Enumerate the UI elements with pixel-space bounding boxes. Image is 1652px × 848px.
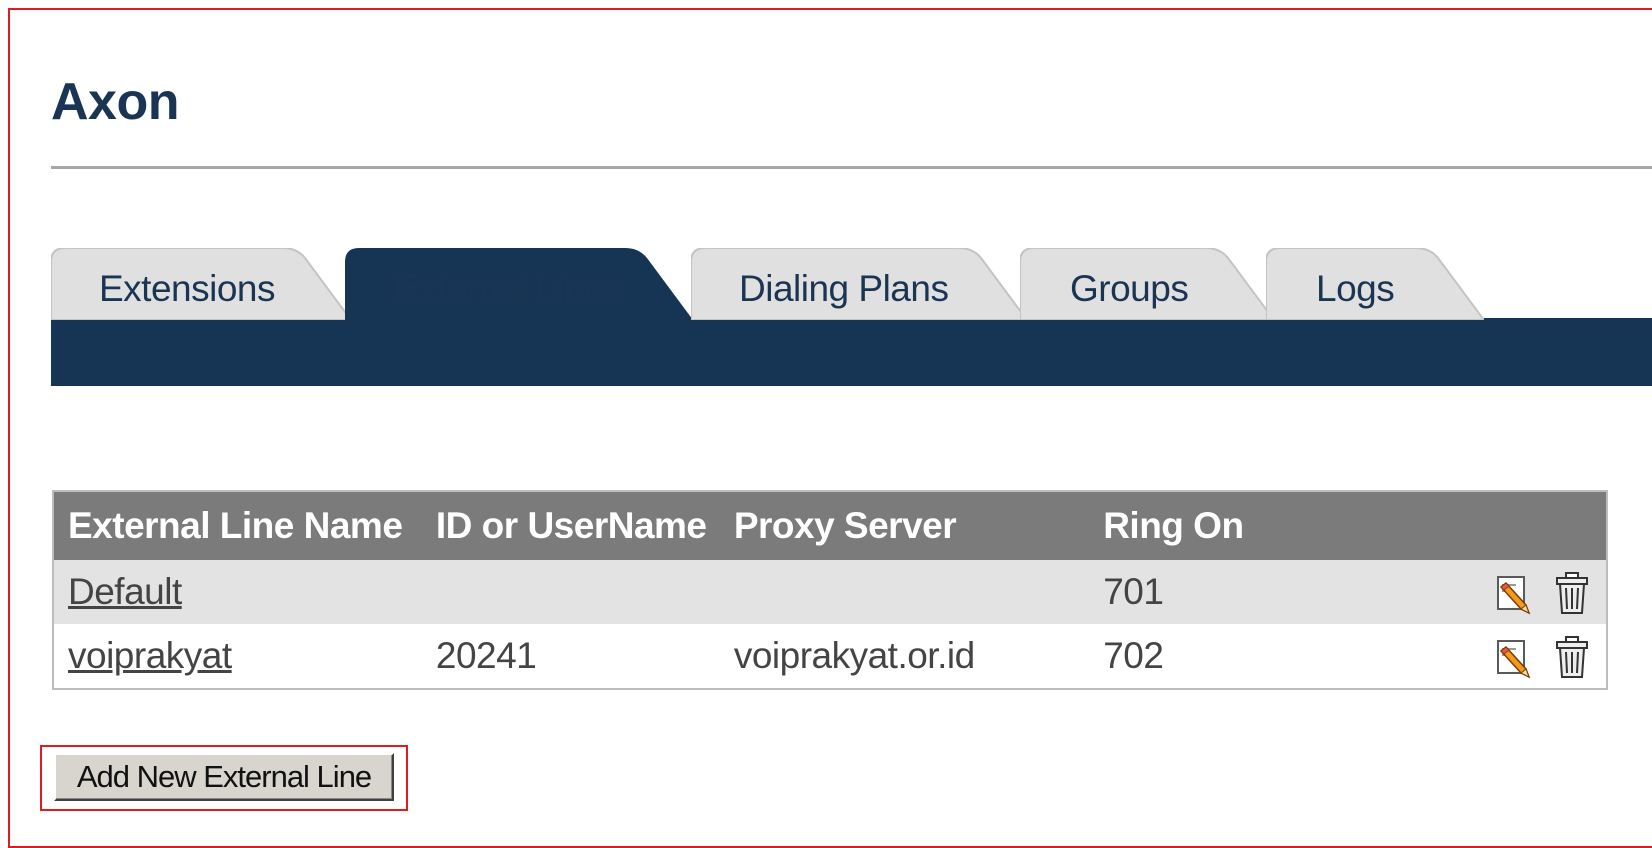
line-ring-on-cell: 702 xyxy=(1089,624,1419,689)
app-title: Axon xyxy=(51,73,180,131)
add-external-line-button[interactable]: Add New External Line xyxy=(54,753,394,801)
table-header-row: External Line Name ID or UserName Proxy … xyxy=(53,491,1607,560)
title-divider xyxy=(51,166,1652,169)
tab-label: Logs xyxy=(1316,268,1395,309)
tab-dialing-plans[interactable]: Dialing Plans xyxy=(691,248,1027,320)
tab-strip xyxy=(51,318,1652,386)
row-actions xyxy=(1418,560,1607,624)
external-lines-table: External Line Name ID or UserName Proxy … xyxy=(52,490,1608,690)
line-name-link[interactable]: Default xyxy=(68,571,182,612)
line-name-cell: Default xyxy=(53,560,422,624)
row-actions xyxy=(1418,624,1607,689)
trash-icon[interactable] xyxy=(1552,635,1592,679)
edit-icon[interactable] xyxy=(1496,571,1536,615)
line-name-cell: voiprakyat xyxy=(53,624,422,689)
line-name-link[interactable]: voiprakyat xyxy=(68,635,232,676)
tab-bar: Extensions External Lines Dialing Plans … xyxy=(51,248,1652,388)
table-row: voiprakyat 20241 voiprakyat.or.id 702 xyxy=(53,624,1607,689)
column-header-name: External Line Name xyxy=(53,491,422,560)
column-header-ring-on: Ring On xyxy=(1089,491,1419,560)
line-proxy-cell xyxy=(719,560,1090,624)
tab-logs[interactable]: Logs xyxy=(1266,248,1484,320)
edit-icon[interactable] xyxy=(1496,635,1536,679)
tab-label: Groups xyxy=(1070,268,1189,309)
tab-label: Extensions xyxy=(99,268,276,309)
tab-extensions[interactable]: Extensions xyxy=(51,248,351,320)
line-proxy-cell: voiprakyat.or.id xyxy=(719,624,1090,689)
tab-groups[interactable]: Groups xyxy=(1020,248,1274,320)
page-frame xyxy=(8,8,1652,848)
line-id-cell xyxy=(421,560,720,624)
tab-label: Dialing Plans xyxy=(739,268,949,309)
line-id-cell: 20241 xyxy=(421,624,720,689)
trash-icon[interactable] xyxy=(1552,571,1592,615)
table-row: Default 701 xyxy=(53,560,1607,624)
column-header-proxy: Proxy Server xyxy=(719,491,1090,560)
add-button-highlight: Add New External Line xyxy=(40,745,408,811)
line-ring-on-cell: 701 xyxy=(1089,560,1419,624)
tab-label: External Lines xyxy=(395,268,623,309)
column-header-id: ID or UserName xyxy=(421,491,720,560)
column-header-actions xyxy=(1418,491,1607,560)
tab-external-lines[interactable]: External Lines xyxy=(345,248,693,320)
